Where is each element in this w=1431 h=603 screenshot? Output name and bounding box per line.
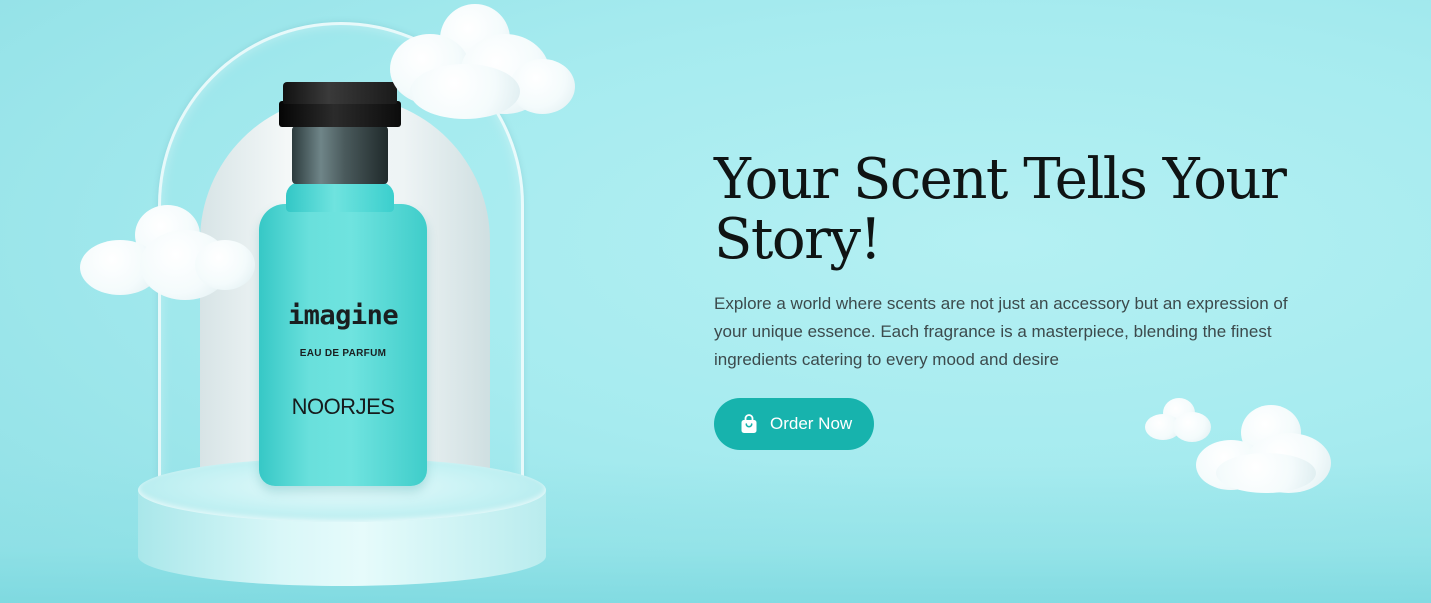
bottle-label-type: EAU DE PARFUM bbox=[299, 348, 387, 359]
hero-description: Explore a world where scents are not jus… bbox=[714, 294, 1288, 369]
hero-section: imagine EAU DE PARFUM NOORJES Your Scent… bbox=[0, 0, 1431, 603]
hero-content: Your Scent Tells Your Story! Explore a w… bbox=[714, 150, 1314, 450]
hero-headline: Your Scent Tells Your Story! bbox=[714, 147, 1287, 272]
bottle-label-brand: NOORJES bbox=[291, 394, 395, 419]
order-now-button[interactable]: Order Now bbox=[714, 398, 875, 450]
shopping-bag-icon bbox=[741, 414, 757, 433]
cloud-top bbox=[370, 4, 580, 124]
cloud-left bbox=[80, 205, 255, 300]
bottle-cap-glass bbox=[292, 126, 388, 184]
order-now-label: Order Now bbox=[770, 414, 853, 433]
bottle-neck bbox=[286, 182, 394, 212]
bottle-body bbox=[259, 204, 427, 486]
bottle-label-name: imagine bbox=[287, 300, 399, 331]
